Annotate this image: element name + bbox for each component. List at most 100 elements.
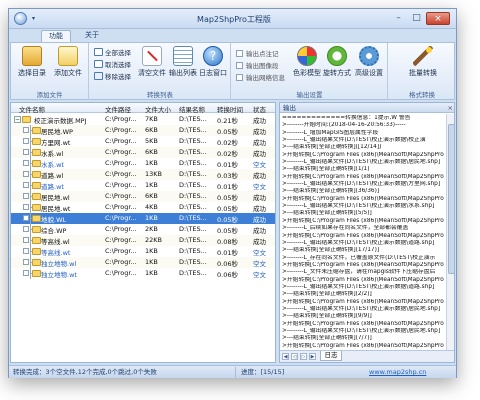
cell-size: 22KB <box>145 236 162 244</box>
status-divider <box>235 367 236 378</box>
table-row[interactable]: 方里网.wt C:\Progr... 5KB D:\TES... 0.02秒 成功 <box>11 136 275 147</box>
last-icon[interactable]: ▶ <box>309 353 316 360</box>
col-path-header[interactable]: 文件路径 <box>105 104 131 114</box>
add-file-button[interactable]: 添加文件 <box>51 46 85 78</box>
cell-path: C:\Progr... <box>105 159 137 167</box>
col-status-header[interactable]: 状态 <box>253 104 266 114</box>
table-row[interactable]: − 校正演示数据.MPJ C:\Progr... 7KB D:\TES... 0.21秒 成… <box>11 114 275 125</box>
scrollbar-thumb[interactable] <box>448 124 454 274</box>
cell-name: 居民地.wt <box>41 205 71 213</box>
col-name-header[interactable]: 文件名称 <box>19 104 45 114</box>
row-checkbox[interactable] <box>23 204 29 210</box>
log-line: >---结束转换[全部正确转换](7/7)] <box>282 335 372 342</box>
table-row[interactable]: 独立地物.wt C:\Progr... 1KB D:\TES... 0.06秒 空文 <box>11 268 275 279</box>
select-dir-button[interactable]: 选择目录 <box>15 46 49 78</box>
row-checkbox[interactable] <box>23 171 29 177</box>
row-checkbox[interactable] <box>23 248 29 254</box>
cell-size: 6KB <box>145 192 158 200</box>
first-icon[interactable]: ◀ <box>282 353 289 360</box>
file-table[interactable]: 文件名称 文件路径 文件大小 结果名称 转换时间 状态 − 校正演示数据.MPJ C… <box>10 102 276 363</box>
title-bar[interactable]: ▾ Map2ShpPro工程版 – □ × <box>9 9 456 29</box>
quick-access-chevron-icon[interactable]: ▾ <box>32 15 40 22</box>
log-line: =============转换信息：1提示,W 警告 <box>282 115 411 121</box>
table-row[interactable]: 独立地物.wl C:\Progr... 1KB D:\TES... 0.06秒 空文 <box>11 257 275 268</box>
tab-log[interactable]: 日志 <box>320 351 342 361</box>
cell-size: 5KB <box>145 137 158 145</box>
row-checkbox[interactable] <box>23 149 29 155</box>
group-add-files: 选择目录 添加文件 添加文件 <box>11 43 89 100</box>
row-checkbox[interactable] <box>23 193 29 199</box>
table-row[interactable]: 等高线.wt C:\Progr... 1KB D:\TES... 0.01秒 空文 <box>11 246 275 257</box>
website-link[interactable]: www.map2shp.cn <box>369 366 426 378</box>
map-file-icon <box>32 226 41 233</box>
log-line: >开始转换[C:\Program Files (x86)\MeanSoft\Ma… <box>282 173 444 180</box>
maximize-button[interactable]: □ <box>408 12 425 25</box>
clear-files-label: 清空文件 <box>138 69 166 77</box>
table-row[interactable]: 道路.wt C:\Progr... 1KB D:\TES... 0.01秒 空文 <box>11 180 275 191</box>
close-icon[interactable]: × <box>448 103 453 113</box>
row-checkbox[interactable] <box>23 237 29 243</box>
log-line: >--------L_输出结果文件(D:\TEST\校正演示数据\校正演 <box>282 137 426 144</box>
row-checkbox[interactable] <box>23 226 29 232</box>
cell-path: C:\Progr... <box>105 236 137 244</box>
batch-convert-button[interactable]: 批量转换 <box>403 46 443 78</box>
row-checkbox[interactable] <box>23 270 29 276</box>
app-icon[interactable] <box>14 12 27 25</box>
log-line: >---结束转换[全部正确转换](9/9)] <box>282 313 372 320</box>
out-network-checkbox[interactable]: 输出网络信息 <box>236 72 285 82</box>
table-row[interactable]: 居民地.wl C:\Progr... 6KB D:\TES... 0.05秒 成功 <box>11 191 275 202</box>
cell-path: C:\Progr... <box>105 126 137 134</box>
col-time-header[interactable]: 转换时间 <box>217 104 243 114</box>
out-image-checkbox[interactable]: 输出图像段 <box>236 60 279 70</box>
next-icon[interactable]: ▷ <box>300 353 307 360</box>
row-checkbox[interactable] <box>23 160 29 166</box>
table-row[interactable]: 居民地.wt C:\Progr... 4KB D:\TES... 0.05秒 成功 <box>11 202 275 213</box>
minimize-button[interactable]: – <box>390 12 407 25</box>
tab-function[interactable]: 功能 <box>41 30 71 42</box>
group-output-settings: 输出点注记 输出图像段 输出网络信息 色彩模型 旋转方式 高级设置 输出设置 <box>232 43 388 100</box>
log-line: >---结束转换[全部正确转换]([12/14]) <box>282 144 382 151</box>
cell-status: 成功 <box>253 150 266 158</box>
table-row[interactable]: 居民地.WP C:\Progr... 6KB D:\TES... 0.05秒 成功 <box>11 125 275 136</box>
col-result-header[interactable]: 结果名称 <box>179 104 205 114</box>
log-line: >--------L_存在同名文件，已覆盖原文件(D:\TEST\校正演示 <box>282 254 436 261</box>
log-window-button[interactable]: ? 日志窗口 <box>198 46 228 78</box>
table-row[interactable]: 地貌.WL C:\Progr... 1KB D:\TES... 0.05秒 成功 <box>11 213 275 224</box>
log-text[interactable]: =============转换信息：1提示,W 警告 >--------开始时间:… <box>282 115 445 351</box>
color-model-button[interactable]: 色彩模型 <box>292 46 322 78</box>
table-row[interactable]: 综合.WP C:\Progr... 2KB D:\TES... 0.05秒 成功 <box>11 224 275 235</box>
table-row[interactable]: 水系.wl C:\Progr... 6KB D:\TES... 0.02秒 成功 <box>11 147 275 158</box>
close-button[interactable]: × <box>426 12 450 25</box>
advanced-settings-button[interactable]: 高级设置 <box>353 46 385 78</box>
col-size-header[interactable]: 文件大小 <box>145 104 171 114</box>
out-label-checkbox[interactable]: 输出点注记 <box>236 48 279 58</box>
unselect-button[interactable]: 取消选择 <box>94 59 131 69</box>
cell-time: 0.05秒 <box>217 227 238 235</box>
remove-select-button[interactable]: 移除选择 <box>94 71 131 81</box>
log-panel: 输出 × =============转换信息：1提示,W 警告 >--------… <box>279 102 455 363</box>
row-checkbox[interactable] <box>23 259 29 265</box>
cell-result: D:\TES... <box>179 203 207 211</box>
row-checkbox[interactable] <box>23 215 29 221</box>
table-row[interactable]: 水系.wt C:\Progr... 1KB D:\TES... 0.01秒 空文 <box>11 158 275 169</box>
row-checkbox[interactable] <box>23 127 29 133</box>
select-all-button[interactable]: 全部选择 <box>94 47 131 57</box>
remove-select-label: 移除选择 <box>105 73 131 81</box>
clear-files-button[interactable]: 清空文件 <box>138 46 166 78</box>
export-list-button[interactable]: 输出列表 <box>168 46 198 78</box>
log-scrollbar[interactable] <box>446 114 454 352</box>
cell-result: D:\TES... <box>179 170 207 178</box>
log-line: >开始转换[C:\Program Files (x86)\MeanSoft\Ma… <box>282 217 444 224</box>
table-row[interactable]: 道路.wl C:\Progr... 13KB D:\TES... 0.03秒 成功 <box>11 169 275 180</box>
prev-icon[interactable]: ◁ <box>291 353 298 360</box>
collapse-icon[interactable]: − <box>14 116 21 123</box>
row-checkbox[interactable] <box>23 182 29 188</box>
tab-about[interactable]: 关于 <box>79 30 105 42</box>
cell-name: 居民地.WP <box>41 128 73 136</box>
row-checkbox[interactable] <box>23 138 29 144</box>
cell-result: D:\TES... <box>179 159 207 167</box>
table-row[interactable]: 等高线.wl C:\Progr... 22KB D:\TES... 0.08秒 成功 <box>11 235 275 246</box>
cell-path: C:\Progr... <box>105 203 137 211</box>
ribbon: 选择目录 添加文件 添加文件 全部选择 取消选择 移除选择 清空文件 输出列表 … <box>10 42 455 100</box>
rotate-convert-button[interactable]: 旋转方式 <box>322 46 352 78</box>
